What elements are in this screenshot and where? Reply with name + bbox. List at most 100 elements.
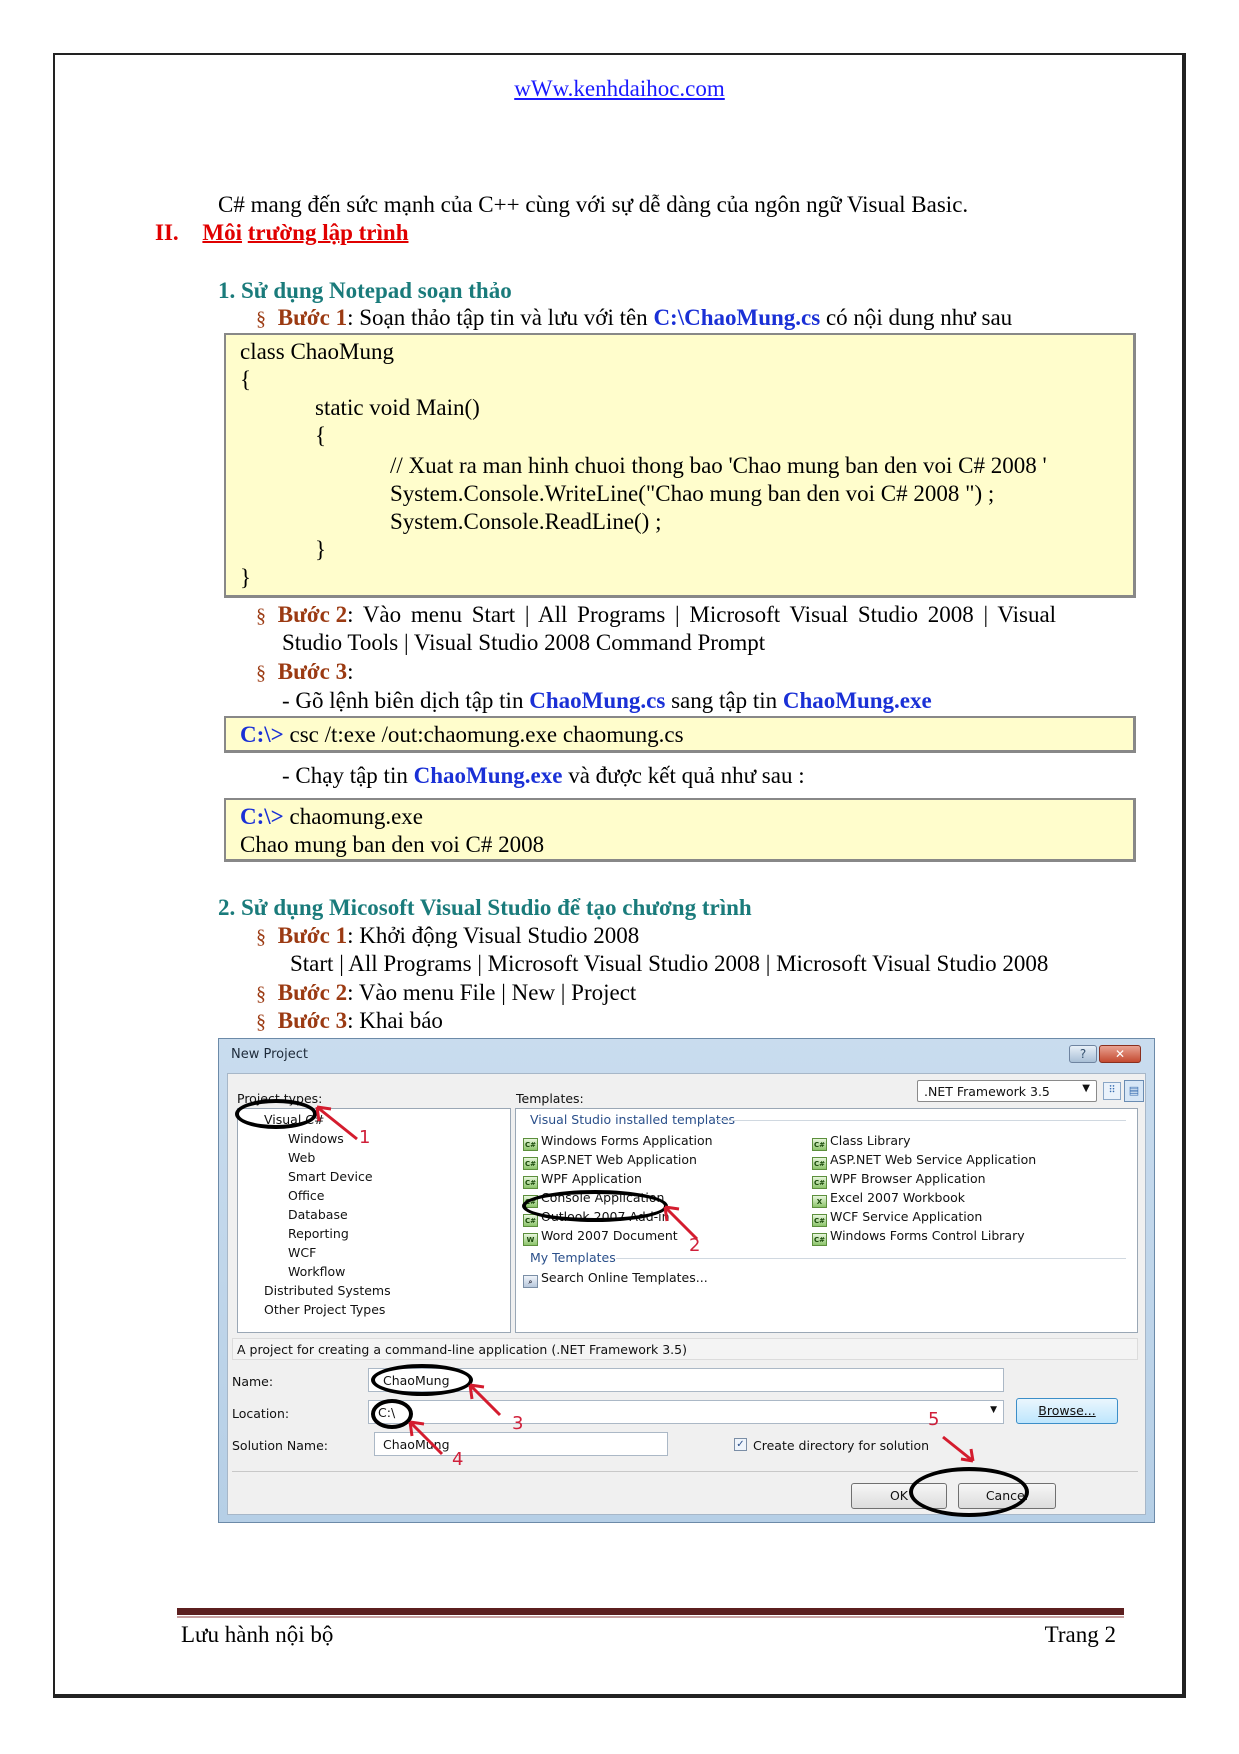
code-line: { bbox=[240, 367, 252, 392]
tree-item[interactable]: WCF bbox=[288, 1245, 316, 1260]
template-item[interactable]: C# Class Library bbox=[812, 1133, 911, 1151]
prompt: C:\> bbox=[240, 804, 284, 829]
intro-text: C# mang đến sức mạnh của C++ cùng với sự… bbox=[218, 192, 969, 217]
search-online-templates[interactable]: ⌕ Search Online Templates... bbox=[523, 1270, 708, 1288]
annotation-ellipse bbox=[909, 1467, 1029, 1517]
step-text: : Vào menu Start | All Programs | Micros… bbox=[347, 602, 1057, 627]
framework-select[interactable]: .NET Framework 3.5 ▼ bbox=[917, 1080, 1097, 1102]
template-item[interactable]: X Excel 2007 Workbook bbox=[812, 1190, 965, 1208]
chevron-down-icon: ▼ bbox=[1082, 1083, 1090, 1094]
text: - Gõ lệnh biên dịch tập tin bbox=[282, 688, 530, 713]
tree-item[interactable]: Workflow bbox=[288, 1264, 345, 1279]
create-directory-checkbox[interactable]: ✓ bbox=[734, 1438, 747, 1451]
bullet-icon: § bbox=[256, 1011, 266, 1033]
code-block: class ChaoMung { static void Main() { //… bbox=[224, 333, 1136, 598]
tree-item[interactable]: Reporting bbox=[288, 1226, 349, 1241]
template-item[interactable]: C# WPF Browser Application bbox=[812, 1171, 986, 1189]
annotation-arrow-icon bbox=[663, 1205, 699, 1241]
filename: ChaoMung.exe bbox=[413, 763, 563, 788]
site-link[interactable]: wWw.kenhdaihoc.com bbox=[0, 76, 1239, 102]
project-types-tree[interactable]: Visual C# Windows Web Smart Device Offic… bbox=[237, 1108, 511, 1333]
tree-item[interactable]: Smart Device bbox=[288, 1169, 373, 1184]
template-item[interactable]: C# ASP.NET Web Service Application bbox=[812, 1152, 1036, 1170]
description-text: A project for creating a command-line ap… bbox=[237, 1342, 687, 1357]
template-item[interactable]: C# WPF Application bbox=[523, 1171, 642, 1189]
section-title-word1: Môi bbox=[202, 220, 243, 245]
bullet-icon: § bbox=[256, 308, 266, 330]
step-label: Bước 3 bbox=[277, 1008, 348, 1033]
help-button[interactable]: ? bbox=[1069, 1045, 1097, 1063]
command: csc /t:exe /out:chaomung.exe chaomung.cs bbox=[283, 722, 684, 747]
command: chaomung.exe bbox=[283, 804, 423, 829]
web-service-icon: C# bbox=[812, 1157, 827, 1170]
filename: ChaoMung.exe bbox=[782, 688, 932, 713]
group-installed-templates: Visual Studio installed templates bbox=[530, 1112, 736, 1127]
browse-label: Browse... bbox=[1038, 1403, 1096, 1418]
create-directory-label: Create directory for solution bbox=[753, 1438, 930, 1453]
section-heading: II. Môi trường lập trình bbox=[155, 220, 409, 246]
dialog-title: New Project bbox=[231, 1047, 308, 1062]
compile-instruction: - Gõ lệnh biên dịch tập tin ChaoMung.cs … bbox=[282, 688, 932, 714]
template-item[interactable]: C# WCF Service Application bbox=[812, 1209, 982, 1227]
part1-step1: § Bước 1: Soạn thảo tập tin và lưu với t… bbox=[256, 305, 1012, 332]
outlook-icon: C# bbox=[523, 1214, 538, 1227]
browse-button[interactable]: Browse... bbox=[1016, 1398, 1118, 1424]
close-icon: ✕ bbox=[1114, 1047, 1126, 1061]
name-label: Name: bbox=[232, 1374, 274, 1389]
filename: ChaoMung.cs bbox=[529, 688, 666, 713]
small-icons-view-icon[interactable]: ▤ bbox=[1124, 1080, 1144, 1102]
step-text-after: có nội dung như sau bbox=[820, 305, 1013, 330]
footer-left: Lưu hành nội bộ bbox=[181, 1622, 334, 1647]
prompt: C:\> bbox=[240, 722, 284, 747]
page-number: Trang 2 bbox=[1044, 1622, 1116, 1647]
tree-item[interactable]: Distributed Systems bbox=[264, 1283, 391, 1298]
template-item[interactable]: C# ASP.NET Web Application bbox=[523, 1152, 697, 1170]
run-instruction: - Chạy tập tin ChaoMung.exe và được kết … bbox=[282, 763, 805, 789]
filename: C:\ChaoMung.cs bbox=[653, 305, 821, 330]
wpf-browser-icon: C# bbox=[812, 1176, 827, 1189]
part2-step3: § Bước 3: Khai báo bbox=[256, 1008, 443, 1035]
close-button[interactable]: ✕ bbox=[1099, 1045, 1141, 1063]
large-icons-view-icon[interactable]: ⠿ bbox=[1103, 1082, 1121, 1100]
code-line: static void Main() bbox=[315, 395, 480, 420]
command-line: C:\> chaomung.exe bbox=[240, 804, 423, 830]
annotation-number: 2 bbox=[689, 1235, 701, 1256]
ok-label: OK bbox=[889, 1488, 909, 1503]
annotation-ellipse bbox=[235, 1099, 317, 1129]
new-project-dialog: New Project ? ✕ Project types: Visual C#… bbox=[218, 1038, 1155, 1523]
winforms-icon: C# bbox=[523, 1138, 538, 1151]
template-item[interactable]: C# Windows Forms Application bbox=[523, 1133, 713, 1151]
annotation-number: 1 bbox=[359, 1127, 371, 1148]
framework-value: .NET Framework 3.5 bbox=[924, 1084, 1050, 1099]
bullet-icon: § bbox=[256, 983, 266, 1005]
description-bar: A project for creating a command-line ap… bbox=[232, 1338, 1138, 1360]
template-item[interactable]: C# Windows Forms Control Library bbox=[812, 1228, 1025, 1246]
annotation-ellipse bbox=[522, 1190, 668, 1222]
bullet-icon: § bbox=[256, 662, 266, 684]
tree-item[interactable]: Web bbox=[288, 1150, 315, 1165]
command-line: C:\> csc /t:exe /out:chaomung.exe chaomu… bbox=[240, 722, 684, 748]
bullet-icon: § bbox=[256, 926, 266, 948]
code-line: } bbox=[240, 565, 252, 590]
tree-item[interactable]: Database bbox=[288, 1207, 348, 1222]
tree-item[interactable]: Office bbox=[288, 1188, 325, 1203]
step-text: : Soạn thảo tập tin và lưu với tên bbox=[347, 305, 654, 330]
footer-rule-thin bbox=[177, 1616, 1124, 1618]
annotation-number: 4 bbox=[452, 1449, 464, 1470]
group-divider bbox=[716, 1120, 1126, 1121]
word-icon: W bbox=[523, 1233, 538, 1246]
part1-step2: § Bước 2: Vào menu Start | All Programs … bbox=[256, 602, 1056, 629]
text: và được kết quả như sau : bbox=[562, 763, 805, 788]
step-text: : Vào menu File | New | Project bbox=[347, 980, 637, 1005]
output-line: Chao mung ban den voi C# 2008 bbox=[240, 832, 545, 857]
step-text: : Khởi động Visual Studio 2008 bbox=[347, 923, 640, 948]
template-item[interactable]: W Word 2007 Document bbox=[523, 1228, 678, 1246]
tree-item[interactable]: Other Project Types bbox=[264, 1302, 385, 1317]
footer-rule bbox=[177, 1608, 1124, 1615]
class-library-icon: C# bbox=[812, 1138, 827, 1151]
compile-command-box: C:\> csc /t:exe /out:chaomung.exe chaomu… bbox=[224, 716, 1136, 753]
part1-step3: § Bước 3: bbox=[256, 659, 353, 686]
part2-heading: 2. Sử dụng Micosoft Visual Studio để tạo… bbox=[218, 895, 752, 920]
group-divider bbox=[616, 1258, 1126, 1259]
templates-label: Templates: bbox=[516, 1091, 584, 1106]
